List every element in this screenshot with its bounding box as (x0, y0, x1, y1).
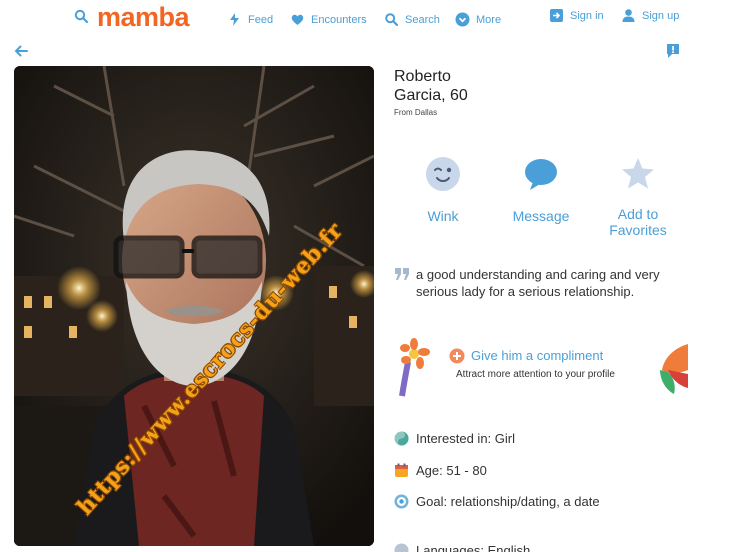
profile-location: From Dallas (394, 108, 438, 117)
heart-icon (291, 14, 304, 25)
message-label: Message (512, 208, 570, 224)
lightning-icon (230, 13, 239, 26)
nav-search-label: Search (405, 13, 440, 26)
favorites-label: Add to Favorites (593, 206, 683, 238)
bouquet-illustration (660, 344, 688, 394)
quote-icon (395, 268, 409, 280)
search-icon[interactable] (74, 9, 88, 23)
detail-age: Age: 51 - 80 (394, 463, 487, 478)
profile-first-name: Roberto (394, 68, 451, 85)
profile-photo-image (14, 66, 374, 546)
nav-feed-label: Feed (248, 13, 274, 26)
sign-up-label: Sign up (642, 9, 680, 22)
languages-icon (394, 543, 409, 552)
add-to-favorites-button[interactable]: Add to Favorites (593, 156, 683, 238)
profile-photo[interactable] (14, 66, 374, 546)
nav-feed[interactable]: Feed (227, 12, 273, 27)
chevron-down-circle-icon (455, 12, 470, 27)
back-arrow-icon[interactable] (13, 43, 29, 59)
detail-goal: Goal: relationship/dating, a date (394, 494, 600, 509)
profile-name: Roberto Garcia, 60 (394, 67, 468, 105)
user-icon (622, 9, 635, 22)
calendar-icon (395, 463, 408, 477)
plus-circle-icon[interactable] (449, 348, 465, 364)
sign-in-icon (550, 9, 563, 22)
favorites-label-line2: Favorites (609, 222, 667, 238)
message-button[interactable]: Message (496, 156, 586, 224)
star-icon (622, 158, 654, 189)
goal-text: Goal: relationship/dating, a date (416, 494, 600, 509)
languages-text: Languages: English (416, 543, 531, 552)
give-compliment-link[interactable]: Give him a compliment (471, 348, 603, 363)
favorites-label-line1: Add to (617, 206, 659, 222)
target-icon (394, 494, 409, 509)
detail-languages: Languages: English (394, 543, 530, 552)
nav-search[interactable]: Search (384, 12, 440, 27)
sign-in-label: Sign in (570, 9, 604, 22)
gender-icon (394, 431, 409, 446)
sign-in-link[interactable]: Sign in (549, 8, 604, 23)
sign-up-link[interactable]: Sign up (621, 8, 679, 23)
compliment-subtitle: Attract more attention to your profile (456, 369, 615, 380)
nav-encounters[interactable]: Encounters (290, 12, 367, 27)
wink-button[interactable]: Wink (398, 156, 488, 224)
wink-label: Wink (427, 208, 459, 224)
detail-interested-in: Interested in: Girl (394, 431, 515, 446)
search-icon (385, 13, 399, 27)
report-icon[interactable] (666, 43, 680, 59)
speech-bubble-icon (525, 159, 557, 190)
profile-last-name-age: Garcia, 60 (394, 87, 468, 104)
mamba-logo[interactable]: mamba (97, 2, 190, 33)
flower-illustration (399, 338, 430, 397)
nav-more-label: More (476, 13, 502, 26)
top-nav-bar: mamba Feed Encounters Search More Sign i… (0, 0, 750, 40)
age-text: Age: 51 - 80 (416, 463, 487, 478)
about-text: a good understanding and caring and very… (416, 267, 660, 299)
interested-in-text: Interested in: Girl (416, 431, 515, 446)
wink-face-icon (426, 157, 460, 191)
nav-encounters-label: Encounters (311, 13, 367, 26)
nav-more[interactable]: More (455, 12, 501, 27)
